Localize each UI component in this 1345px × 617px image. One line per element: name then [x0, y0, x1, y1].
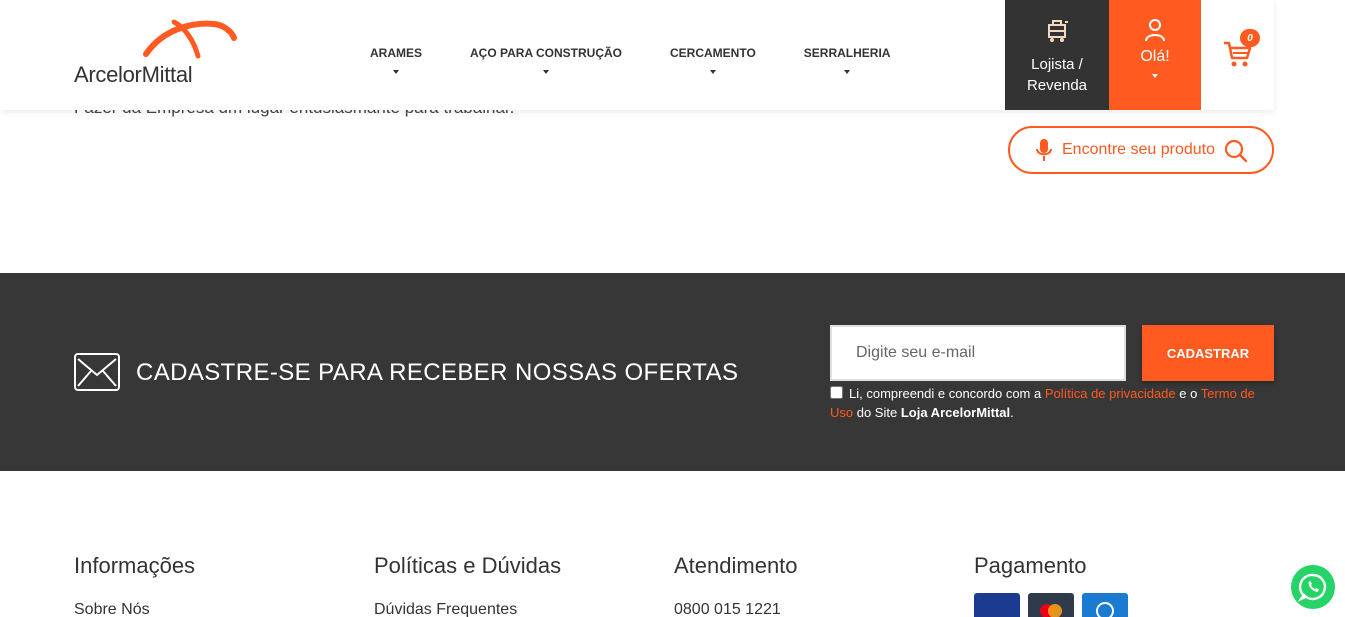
consent-prefix: Li, compreendi e concordo com a: [849, 386, 1045, 401]
footer-link-sobre-nos[interactable]: Sobre Nós: [74, 601, 195, 617]
nav-item-cercamento[interactable]: CERCAMENTO: [670, 46, 756, 74]
newsletter-section: CADASTRE-SE PARA RECEBER NOSSAS OFERTAS …: [0, 273, 1345, 471]
caret-down-icon: [709, 70, 716, 74]
account-button[interactable]: Olá!: [1109, 0, 1201, 110]
consent-mid: e o: [1175, 386, 1201, 401]
mastercard-circles-icon: [1040, 604, 1062, 617]
newsletter-title: CADASTRE-SE PARA RECEBER NOSSAS OFERTAS: [136, 359, 739, 386]
footer-col-title: Informações: [74, 553, 196, 578]
logo-text: ArcelorMittal: [74, 62, 193, 87]
consent-end: .: [1010, 405, 1014, 420]
cart-count-badge: 0: [1240, 29, 1260, 47]
store-cart-icon: [1048, 20, 1068, 42]
newsletter-email-input[interactable]: [830, 325, 1126, 381]
site-header: ArcelorMittal ARAMES AÇO PARA CONSTRUÇÃO…: [0, 0, 1274, 110]
product-search-button[interactable]: Encontre seu produto: [1008, 126, 1274, 174]
microphone-icon[interactable]: [1036, 138, 1052, 162]
visa-card-icon: [974, 593, 1020, 617]
main-nav: ARAMES AÇO PARA CONSTRUÇÃO CERCAMENTO SE…: [370, 46, 938, 74]
logo-mark-icon: [143, 19, 237, 59]
footer-col-pagamento: Pagamento: [974, 553, 1136, 617]
mail-icon: [74, 353, 120, 391]
nav-item-aco-construcao[interactable]: AÇO PARA CONSTRUÇÃO: [470, 46, 622, 74]
consent-checkbox[interactable]: [830, 386, 843, 399]
caret-down-icon: [393, 70, 399, 74]
footer-col-atendimento: Atendimento 0800 015 1221: [674, 553, 798, 617]
whatsapp-button[interactable]: [1291, 565, 1335, 609]
site-name: Loja ArcelorMittal: [900, 405, 1011, 420]
footer-col-title: Pagamento: [974, 553, 1087, 578]
nav-label: CERCAMENTO: [670, 46, 756, 60]
caret-down-icon: [844, 70, 851, 74]
search-icon[interactable]: [1224, 139, 1248, 163]
mastercard-icon: [1028, 593, 1074, 617]
footer-phone[interactable]: 0800 015 1221: [674, 601, 798, 617]
footer-link-duvidas[interactable]: Dúvidas Frequentes: [374, 601, 561, 617]
whatsapp-icon: [1298, 573, 1327, 602]
diners-circle-icon: [1096, 602, 1114, 617]
footer-col-informacoes: Informações Sobre Nós: [74, 553, 195, 617]
nav-item-serralheria[interactable]: SERRALHERIA: [803, 46, 891, 74]
lojista-label-line2: Revenda: [1026, 77, 1088, 94]
account-label: Olá!: [1140, 48, 1170, 65]
caret-down-icon: [1152, 74, 1158, 78]
caret-down-icon: [543, 70, 550, 74]
consent-block: Li, compreendi e concordo com a Política…: [830, 384, 1276, 422]
lojista-revenda-button[interactable]: Lojista / Revenda: [1005, 0, 1109, 110]
cadastrar-button[interactable]: CADASTRAR: [1142, 325, 1274, 381]
privacy-policy-link[interactable]: Política de privacidade: [1045, 386, 1176, 401]
search-label: Encontre seu produto: [1062, 141, 1215, 158]
arcelormittal-logo[interactable]: ArcelorMittal: [74, 18, 244, 90]
page: Fazer da Empresa um lugar entusiasmante …: [0, 0, 1345, 617]
nav-item-arames[interactable]: ARAMES: [370, 46, 422, 74]
diners-card-icon: [1082, 593, 1128, 617]
user-icon: [1145, 19, 1165, 42]
footer-col-title: Políticas e Dúvidas: [374, 553, 562, 578]
consent-suffix: do Site: [853, 405, 901, 420]
nav-label: SERRALHERIA: [803, 46, 891, 60]
nav-label: AÇO PARA CONSTRUÇÃO: [470, 46, 623, 60]
payment-cards: [974, 593, 1136, 617]
footer-col-title: Atendimento: [674, 553, 798, 578]
footer-col-politicas: Políticas e Dúvidas Dúvidas Frequentes: [374, 553, 561, 617]
lojista-label-line1: Lojista /: [1031, 56, 1083, 73]
nav-label: ARAMES: [370, 46, 423, 60]
